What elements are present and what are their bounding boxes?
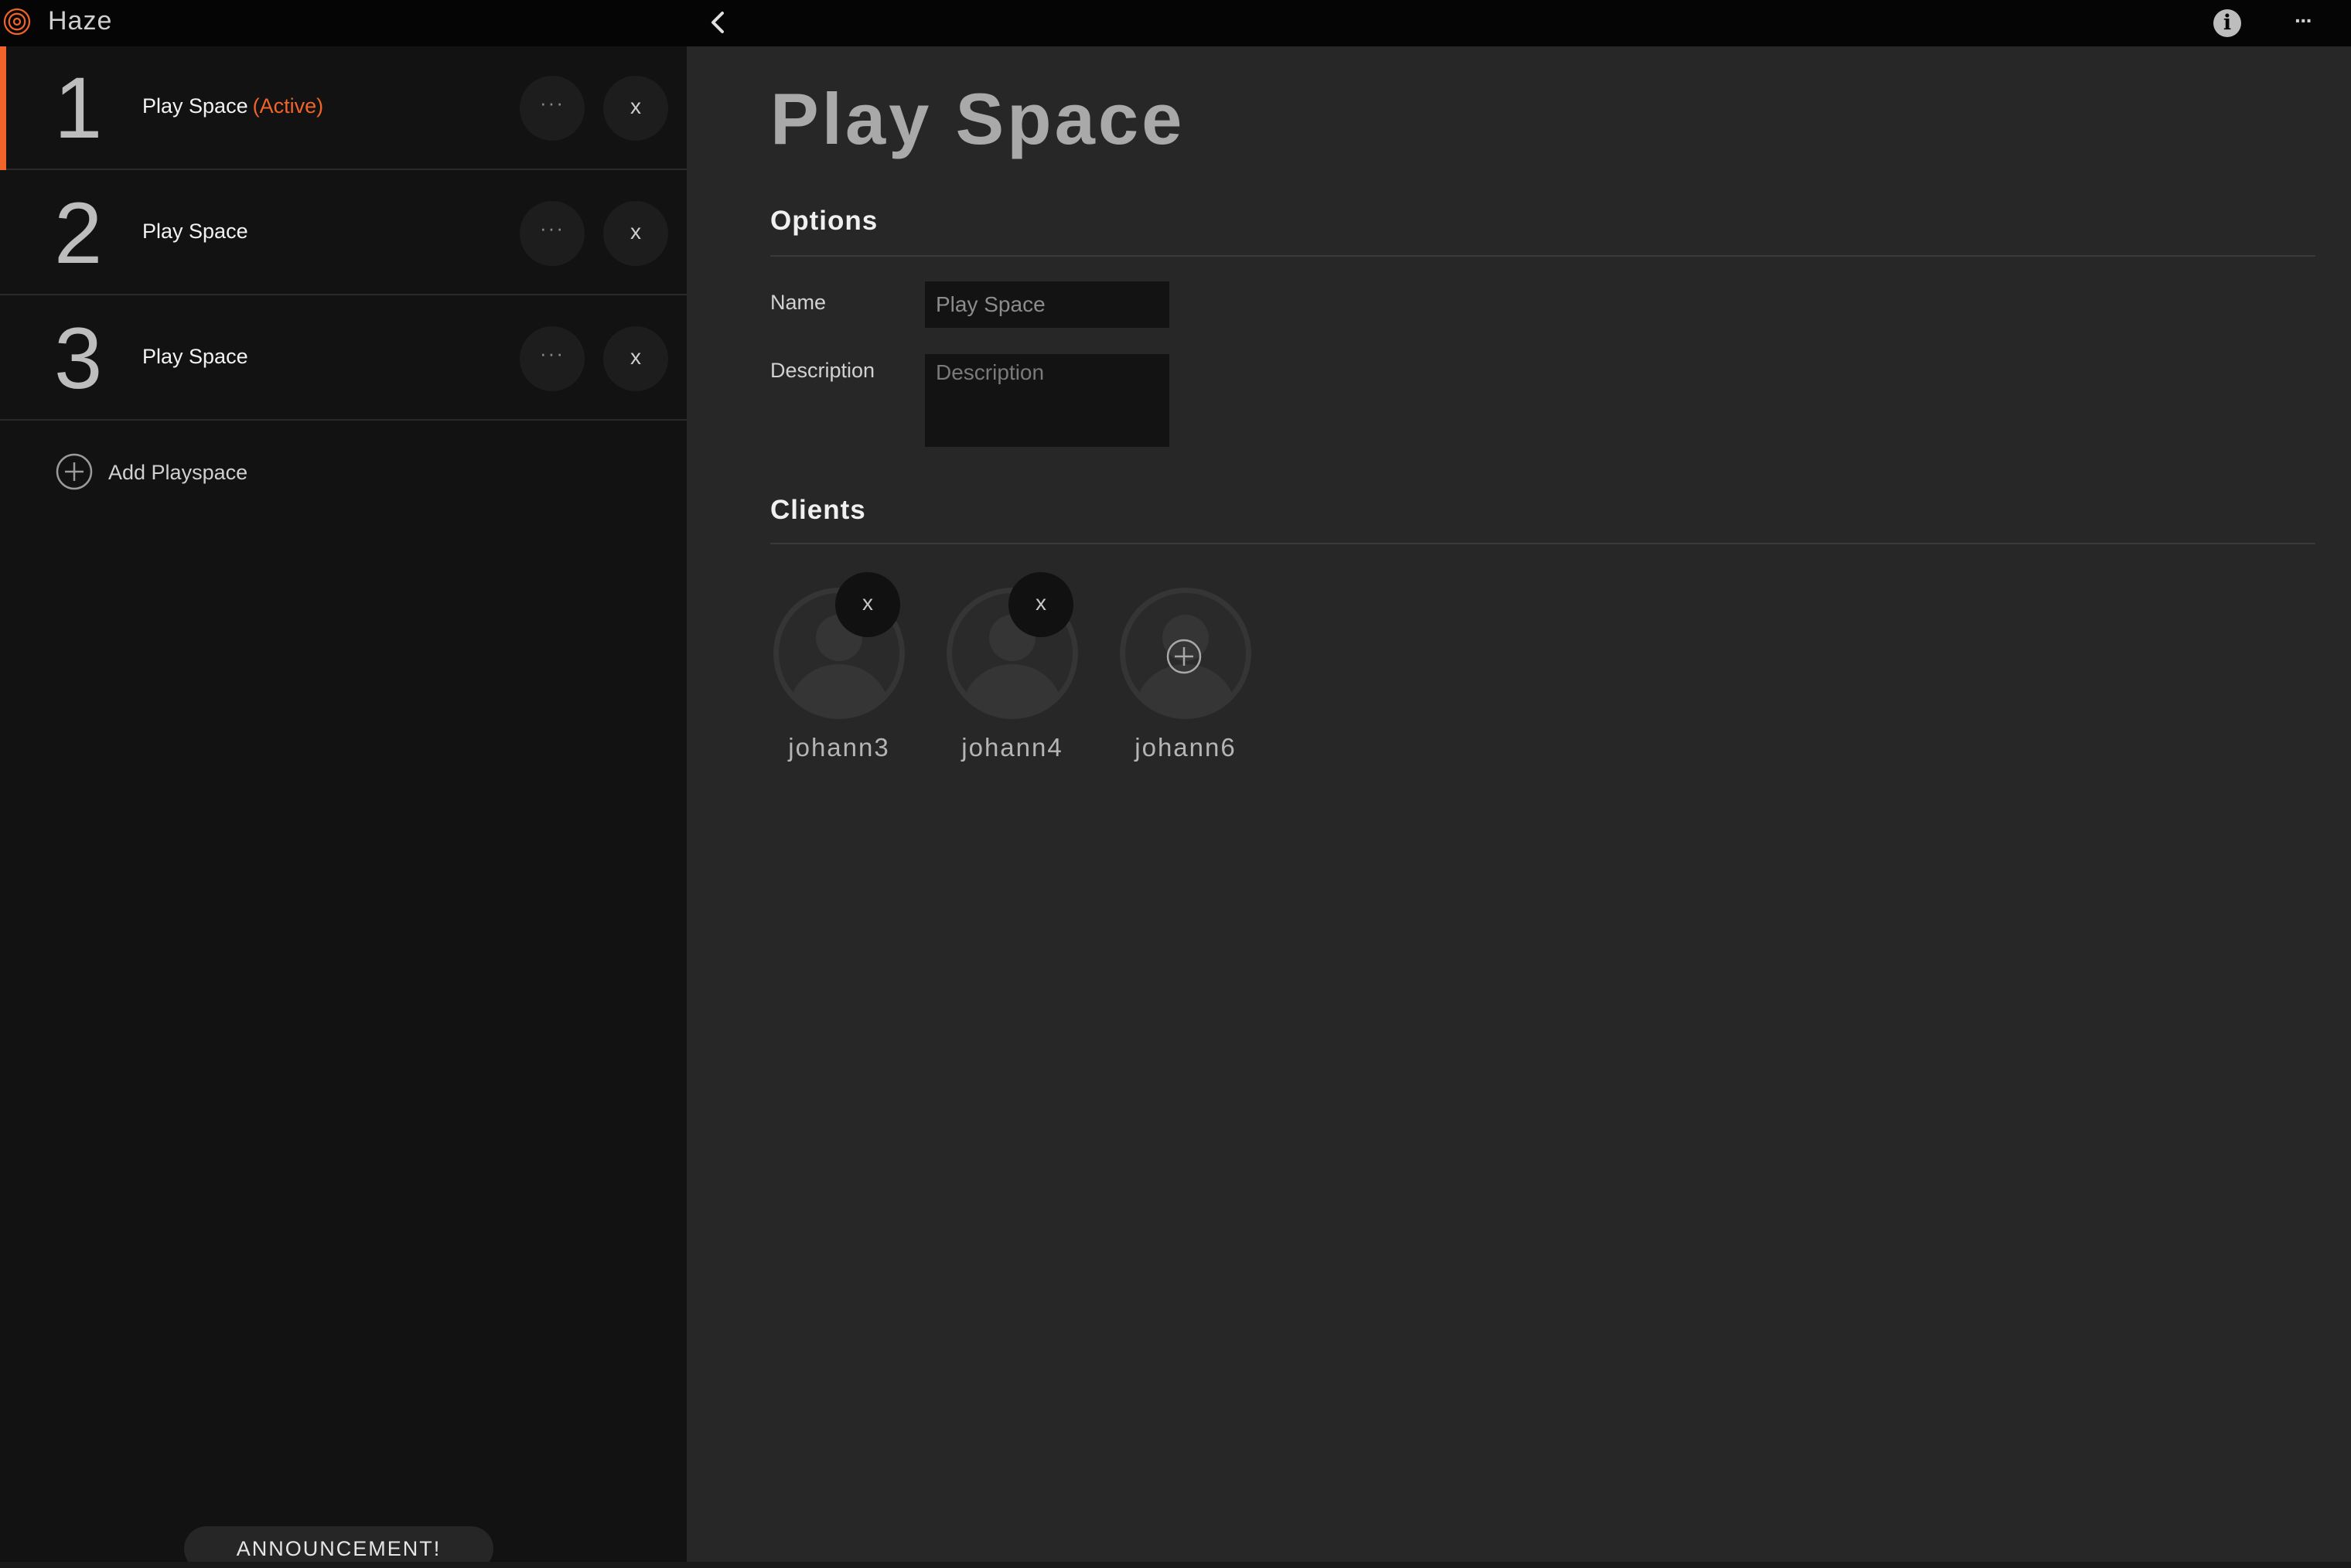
playspace-more-button[interactable]: ··· — [520, 326, 585, 391]
client-card: johann6 — [1120, 588, 1259, 789]
page-title: Play Space — [770, 78, 1186, 159]
playspace-number: 2 — [54, 185, 103, 281]
haze-spiral-logo-icon — [3, 8, 31, 36]
top-bar: Haze i ··· — [0, 0, 2351, 46]
playspace-name: Play Space — [142, 345, 248, 369]
playspace-number: 3 — [54, 310, 103, 407]
add-playspace-label: Add Playspace — [108, 461, 248, 484]
playspace-close-button[interactable]: x — [603, 76, 668, 141]
playspace-close-button[interactable]: x — [603, 201, 668, 266]
client-name: johann4 — [961, 733, 1063, 762]
playspace-name: Play Space — [142, 220, 248, 244]
client-name: johann6 — [1135, 733, 1237, 762]
client-card: x johann3 — [773, 572, 913, 789]
playspace-name-text: Play Space — [142, 94, 248, 118]
playspace-close-button[interactable]: x — [603, 326, 668, 391]
chevron-left-icon[interactable] — [705, 9, 732, 36]
playspace-row-2[interactable]: 2 Play Space ··· x — [0, 172, 687, 295]
bottom-edge — [0, 1562, 2351, 1568]
options-divider — [770, 255, 2315, 257]
more-dots-icon[interactable]: ··· — [2289, 9, 2317, 37]
playspace-name-text: Play Space — [142, 220, 248, 243]
playspace-sidebar: 1 Play Space (Active) ··· x 2 Play Space … — [0, 46, 687, 1568]
info-icon[interactable]: i — [2213, 9, 2241, 37]
playspace-name: Play Space (Active) — [142, 94, 323, 118]
playspace-name-text: Play Space — [142, 345, 248, 368]
playspace-more-button[interactable]: ··· — [520, 201, 585, 266]
remove-client-button[interactable]: x — [1008, 572, 1073, 637]
name-label: Name — [770, 291, 827, 314]
client-name: johann3 — [788, 733, 890, 762]
clients-heading: Clients — [770, 495, 866, 525]
description-field[interactable] — [925, 354, 1169, 447]
playspace-row-1[interactable]: 1 Play Space (Active) ··· x — [0, 46, 687, 170]
client-card: x johann4 — [947, 572, 1086, 789]
active-status-label: (Active) — [252, 94, 324, 118]
name-field[interactable] — [925, 281, 1169, 328]
plus-circle-icon[interactable] — [1165, 637, 1203, 676]
playspace-more-button[interactable]: ··· — [520, 76, 585, 141]
playspace-row-3[interactable]: 3 Play Space ··· x — [0, 297, 687, 421]
remove-client-button[interactable]: x — [835, 572, 900, 637]
plus-circle-icon — [56, 453, 93, 490]
playspace-number: 1 — [54, 60, 103, 156]
playspace-detail-panel: Play Space Options Name Description Clie… — [687, 46, 2351, 1562]
options-heading: Options — [770, 206, 879, 236]
clients-divider — [770, 543, 2315, 544]
app-title: Haze — [48, 6, 113, 36]
app-window: Haze i ··· 1 Play Space (Active) ··· x 2 … — [0, 0, 2351, 1568]
description-label: Description — [770, 359, 875, 382]
